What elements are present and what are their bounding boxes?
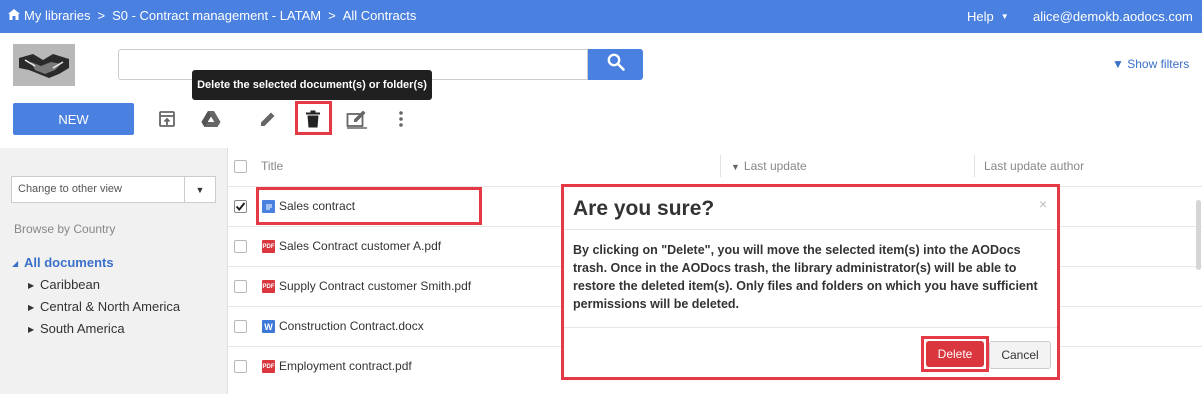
- show-filters-link[interactable]: ▼ Show filters: [1112, 57, 1189, 71]
- tree-item-label: South America: [40, 321, 125, 336]
- divider: [564, 327, 1057, 328]
- close-icon[interactable]: ×: [1039, 196, 1047, 212]
- home-icon[interactable]: [8, 8, 20, 23]
- user-menu[interactable]: alice@demokb.aodocs.com▼: [1033, 9, 1202, 24]
- collapsed-triangle-icon: ▶: [28, 325, 35, 334]
- breadcrumb-my-libraries[interactable]: My libraries: [24, 8, 90, 23]
- confirm-delete-dialog: Are you sure? × By clicking on "Delete",…: [561, 184, 1060, 380]
- column-header-label: Last update: [743, 159, 807, 173]
- edit-icon[interactable]: [255, 106, 281, 132]
- search-button[interactable]: [588, 49, 643, 80]
- file-name[interactable]: Sales Contract customer A.pdf: [279, 239, 441, 253]
- column-header-last-update-author[interactable]: Last update author: [984, 159, 1084, 173]
- breadcrumb-separator: >: [328, 8, 336, 23]
- row-checkbox[interactable]: [234, 280, 247, 293]
- file-name[interactable]: Sales contract: [279, 199, 355, 213]
- google-drive-icon[interactable]: [198, 106, 224, 132]
- edit-properties-icon[interactable]: [344, 106, 370, 132]
- scrollbar[interactable]: [1196, 200, 1201, 270]
- chevron-down-icon: ▼: [1000, 12, 1009, 21]
- file-name[interactable]: Employment contract.pdf: [279, 359, 412, 373]
- google-doc-icon: [262, 200, 275, 213]
- pdf-icon: PDF: [262, 360, 275, 373]
- expanded-triangle-icon: ◢: [12, 259, 19, 268]
- top-bar: My libraries > S0 - Contract management …: [0, 0, 1202, 33]
- confirm-delete-button[interactable]: Delete: [926, 341, 984, 367]
- help-menu[interactable]: Help ▼: [967, 9, 1009, 24]
- delete-tooltip: Delete the selected document(s) or folde…: [192, 70, 432, 100]
- tree-item-south-america[interactable]: ▶ South America: [28, 321, 125, 336]
- tooltip-text: Delete the selected document(s) or folde…: [197, 79, 427, 91]
- upload-icon[interactable]: [154, 106, 180, 132]
- row-checkbox-checked[interactable]: [234, 200, 247, 213]
- word-doc-icon: W: [262, 320, 275, 333]
- view-select[interactable]: Change to other view: [11, 176, 185, 203]
- breadcrumb-separator: >: [97, 8, 106, 23]
- delete-button-highlight: Delete: [921, 336, 989, 372]
- breadcrumb-library[interactable]: S0 - Contract management - LATAM: [112, 8, 321, 23]
- user-email: alice@demokb.aodocs.com: [1033, 9, 1193, 24]
- dialog-title: Are you sure?: [573, 197, 715, 220]
- tree-item-caribbean[interactable]: ▶ Caribbean: [28, 277, 100, 292]
- pdf-icon: PDF: [262, 280, 275, 293]
- row-checkbox[interactable]: [234, 360, 247, 373]
- library-logo[interactable]: [13, 44, 75, 86]
- dialog-message: By clicking on "Delete", you will move t…: [573, 243, 1038, 311]
- collapsed-triangle-icon: ▶: [28, 303, 35, 312]
- column-divider: [974, 155, 975, 177]
- chevron-down-icon[interactable]: ▼: [185, 176, 216, 203]
- browse-title: Browse by Country: [14, 222, 116, 236]
- tree-item-label: Central & North America: [40, 299, 181, 314]
- more-vert-icon[interactable]: [388, 106, 414, 132]
- column-divider: [720, 155, 721, 177]
- new-button[interactable]: NEW: [13, 103, 134, 135]
- breadcrumb: My libraries > S0 - Contract management …: [8, 8, 416, 23]
- collapsed-triangle-icon: ▶: [28, 281, 35, 290]
- tree-item-all-documents[interactable]: ◢ All documents: [12, 255, 114, 270]
- row-checkbox[interactable]: [234, 240, 247, 253]
- tree-item-label: All documents: [24, 255, 114, 270]
- tree-item-central-north-america[interactable]: ▶ Central & North America: [28, 299, 180, 314]
- column-header-last-update[interactable]: ▼ Last update: [731, 159, 807, 173]
- tree-item-label: Caribbean: [40, 277, 100, 292]
- breadcrumb-view[interactable]: All Contracts: [343, 8, 417, 23]
- help-label: Help: [967, 9, 994, 24]
- column-header-title[interactable]: Title: [261, 159, 283, 173]
- select-all-checkbox[interactable]: [234, 160, 247, 173]
- cancel-button[interactable]: Cancel: [989, 341, 1051, 369]
- divider: [564, 229, 1057, 230]
- search-icon: [607, 53, 625, 76]
- row-checkbox[interactable]: [234, 320, 247, 333]
- file-name[interactable]: Supply Contract customer Smith.pdf: [279, 279, 471, 293]
- file-name[interactable]: Construction Contract.docx: [279, 319, 424, 333]
- sort-desc-icon: ▼: [731, 162, 740, 172]
- pdf-icon: PDF: [262, 240, 275, 253]
- trash-icon[interactable]: [300, 106, 326, 132]
